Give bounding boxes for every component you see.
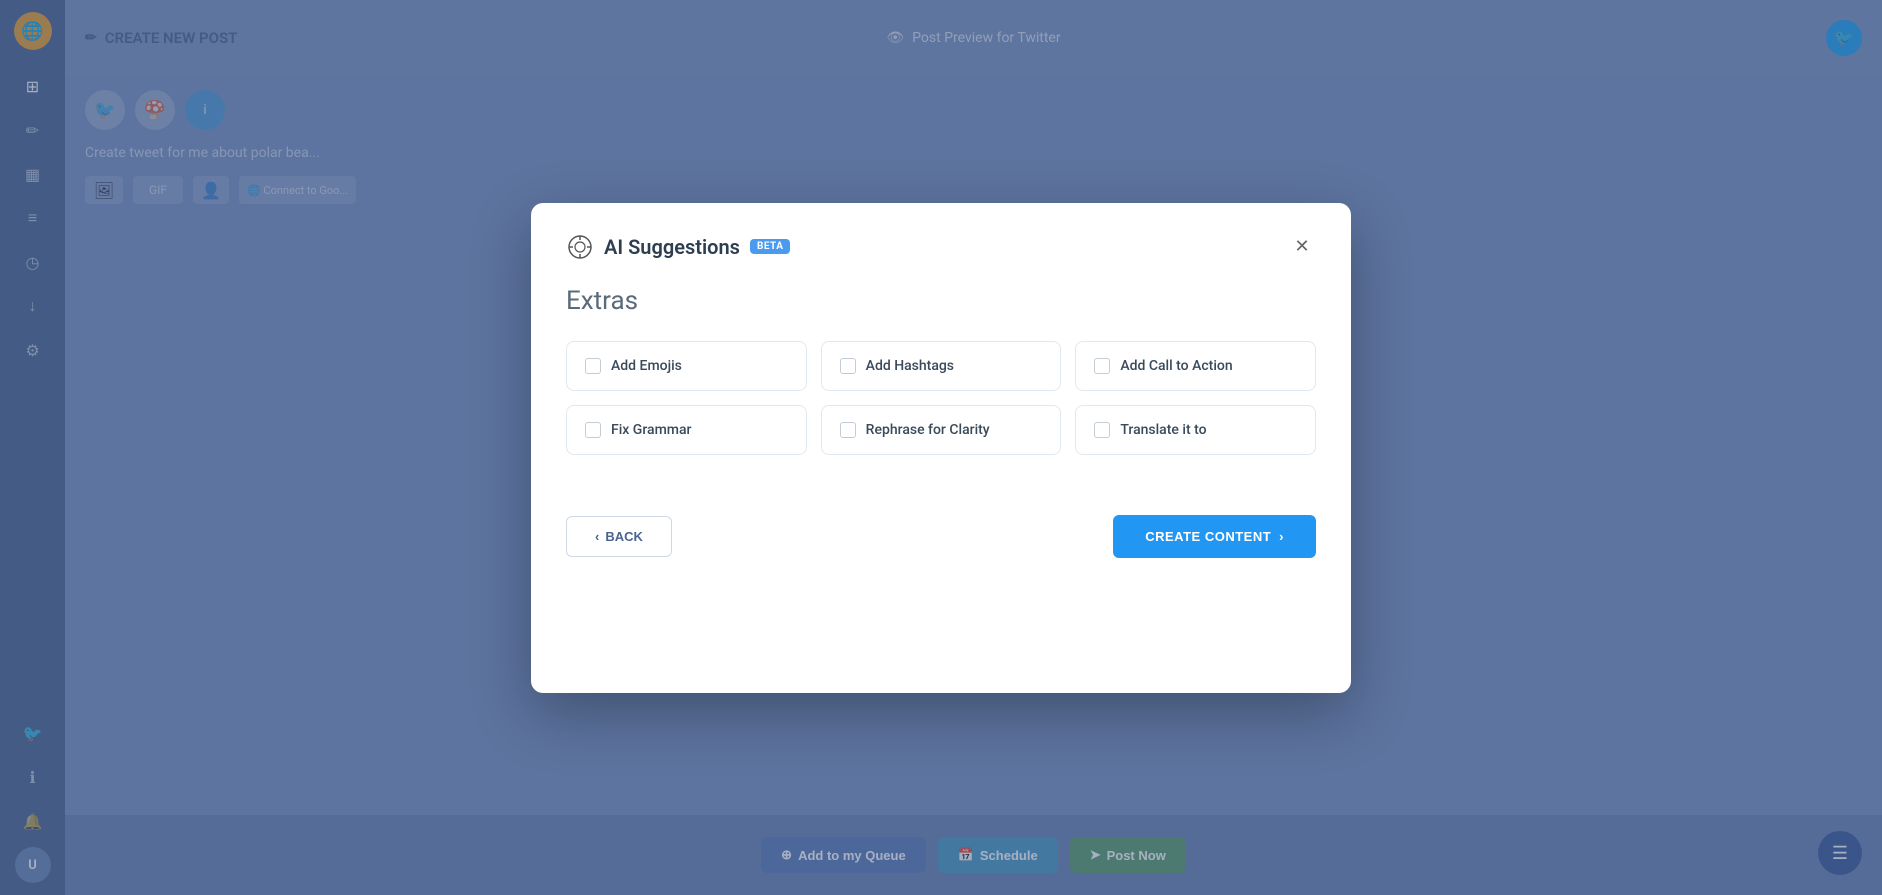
ai-icon [566, 233, 594, 261]
option-add-hashtags[interactable]: Add Hashtags [821, 341, 1062, 391]
checkbox-fix-grammar[interactable] [585, 422, 601, 438]
modal-footer: ‹ BACK CREATE CONTENT › [566, 515, 1316, 558]
ai-suggestions-modal: AI Suggestions BETA ✕ Extras Add Emojis … [531, 203, 1351, 693]
option-label-fix-grammar: Fix Grammar [611, 422, 691, 438]
modal-header: AI Suggestions BETA ✕ [566, 233, 1316, 261]
option-fix-grammar[interactable]: Fix Grammar [566, 405, 807, 455]
modal-header-left: AI Suggestions BETA [566, 233, 790, 261]
chevron-right-icon: › [1279, 529, 1284, 544]
back-button[interactable]: ‹ BACK [566, 516, 672, 557]
option-label-rephrase: Rephrase for Clarity [866, 422, 990, 438]
option-add-cta[interactable]: Add Call to Action [1075, 341, 1316, 391]
beta-badge: BETA [750, 239, 791, 254]
option-rephrase[interactable]: Rephrase for Clarity [821, 405, 1062, 455]
chevron-left-icon: ‹ [595, 529, 599, 544]
option-label-translate: Translate it to [1120, 422, 1206, 438]
option-label-add-cta: Add Call to Action [1120, 358, 1232, 374]
checkbox-add-emojis[interactable] [585, 358, 601, 374]
checkbox-rephrase[interactable] [840, 422, 856, 438]
options-grid: Add Emojis Add Hashtags Add Call to Acti… [566, 341, 1316, 455]
option-translate[interactable]: Translate it to [1075, 405, 1316, 455]
close-modal-button[interactable]: ✕ [1288, 233, 1316, 261]
checkbox-add-cta[interactable] [1094, 358, 1110, 374]
section-title: Extras [566, 286, 1316, 316]
checkbox-translate[interactable] [1094, 422, 1110, 438]
checkbox-add-hashtags[interactable] [840, 358, 856, 374]
option-label-add-emojis: Add Emojis [611, 358, 682, 374]
create-content-button[interactable]: CREATE CONTENT › [1113, 515, 1316, 558]
option-add-emojis[interactable]: Add Emojis [566, 341, 807, 391]
modal-title: AI Suggestions [604, 235, 740, 259]
option-label-add-hashtags: Add Hashtags [866, 358, 954, 374]
